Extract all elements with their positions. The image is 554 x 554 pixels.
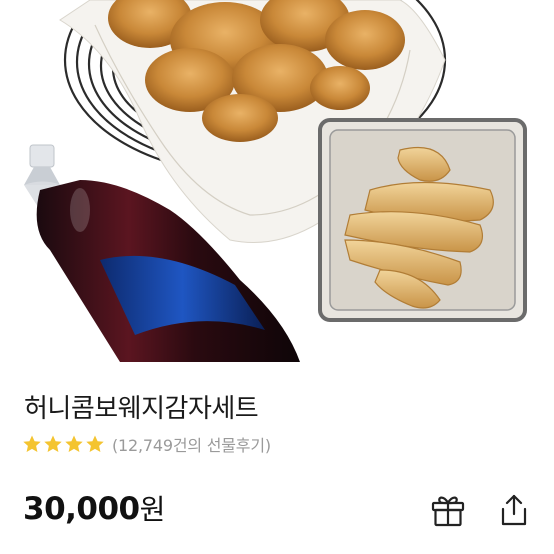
- star-icon: [65, 435, 83, 452]
- product-photo: [24, 0, 527, 362]
- price-unit: 원: [139, 493, 166, 526]
- gift-icon: [431, 496, 465, 527]
- product-image: [0, 0, 554, 362]
- price-value: 30,000: [23, 491, 140, 527]
- review-count[interactable]: (12,749건의 선물후기): [112, 432, 271, 456]
- rating-stars: [22, 434, 105, 454]
- product-title: 허니콤보웨지감자세트: [24, 394, 259, 424]
- gift-button[interactable]: [428, 490, 468, 530]
- star-icon: [44, 435, 62, 452]
- price: 30,000원: [23, 488, 165, 528]
- share-button[interactable]: [494, 490, 534, 530]
- rating-row[interactable]: (12,749건의 선물후기): [22, 433, 271, 455]
- star-icon: [23, 435, 41, 452]
- star-icon: [86, 435, 104, 452]
- share-icon: [501, 494, 527, 526]
